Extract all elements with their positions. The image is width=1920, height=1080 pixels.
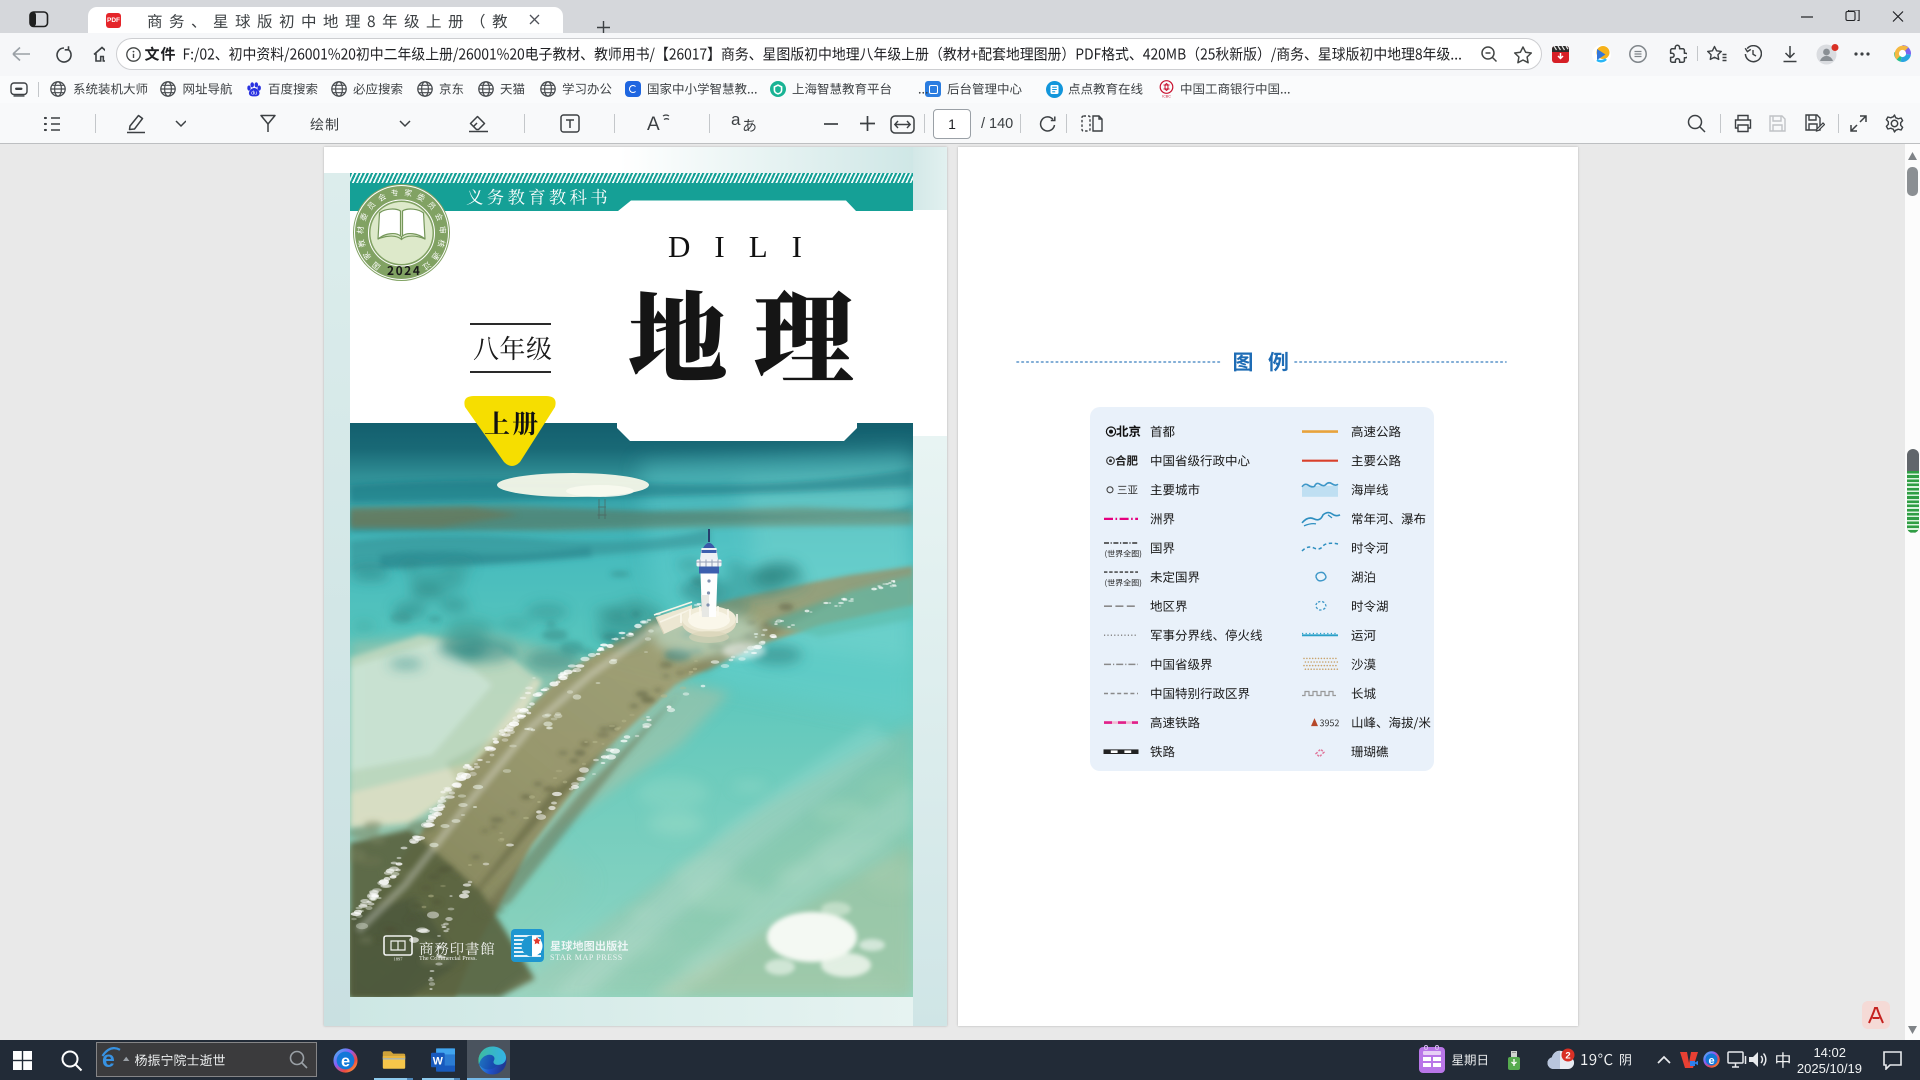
svg-text:e: e <box>1708 1055 1714 1067</box>
svg-text:ICBC: ICBC <box>1162 95 1171 99</box>
svg-text:W: W <box>433 1055 444 1067</box>
svg-text:A: A <box>647 114 660 133</box>
svg-text:du: du <box>251 90 257 96</box>
svg-text:2: 2 <box>1565 1051 1570 1062</box>
svg-text:e: e <box>341 1053 350 1071</box>
svg-text:1897: 1897 <box>394 957 404 962</box>
